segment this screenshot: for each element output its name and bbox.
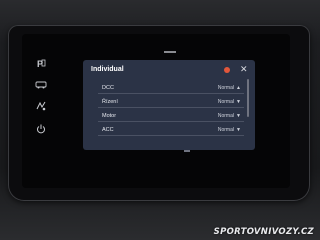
status-dot-icon <box>224 67 230 73</box>
power-icon[interactable] <box>34 124 48 138</box>
row-divider <box>98 135 244 136</box>
setting-label: Řízení <box>102 99 118 105</box>
setting-label: DCC <box>102 85 114 91</box>
watermark: SPORTOVNIVOZY.CZ <box>213 227 314 237</box>
close-icon[interactable]: ✕ <box>240 64 248 74</box>
assist-icon[interactable] <box>34 101 48 115</box>
chevron-down-icon: ▼ <box>236 99 241 105</box>
setting-value: Normal <box>217 99 234 105</box>
setting-row-acc[interactable]: ACC Normal ▼ <box>98 124 244 136</box>
setting-value: Normal <box>217 113 234 119</box>
screen-handle <box>164 51 176 53</box>
row-divider <box>98 93 244 94</box>
dialog-scrollbar[interactable] <box>247 79 249 117</box>
setting-label: ACC <box>102 127 114 133</box>
setting-value: Normal <box>217 127 234 133</box>
setting-row-motor[interactable]: Motor Normal ▼ <box>98 110 244 122</box>
setting-row-steering[interactable]: Řízení Normal ▼ <box>98 96 244 108</box>
setting-value: Normal <box>217 85 234 91</box>
chevron-down-icon: ▼ <box>236 127 241 133</box>
row-divider <box>98 121 244 122</box>
chevron-down-icon: ▼ <box>236 113 241 119</box>
driving-mode-icon[interactable] <box>34 79 48 93</box>
page-indicator <box>184 150 190 152</box>
row-divider <box>98 107 244 108</box>
setting-label: Motor <box>102 113 117 119</box>
parking-icon[interactable]: P <box>34 58 48 72</box>
setting-row-dcc[interactable]: DCC Normal ▲ <box>98 82 244 94</box>
dialog-title: Individual <box>91 66 124 73</box>
chevron-up-icon: ▲ <box>236 85 241 91</box>
